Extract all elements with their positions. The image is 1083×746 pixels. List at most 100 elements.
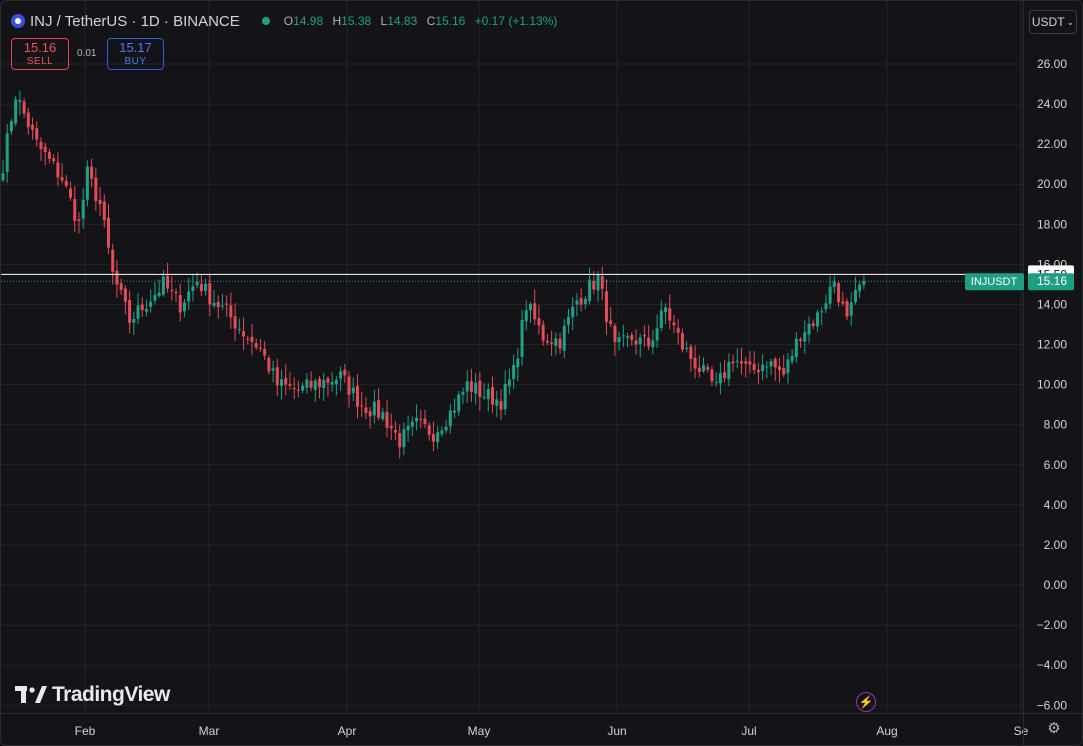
candle-body[interactable] xyxy=(765,366,769,368)
candle-body[interactable] xyxy=(799,339,803,342)
candle-body[interactable] xyxy=(322,379,326,389)
candle-body[interactable] xyxy=(735,360,739,362)
candle-body[interactable] xyxy=(554,338,558,346)
candle-body[interactable] xyxy=(423,418,427,425)
candle-body[interactable] xyxy=(740,361,743,364)
candle-body[interactable] xyxy=(191,286,195,291)
candle-body[interactable] xyxy=(617,337,621,343)
candle-body[interactable] xyxy=(672,322,676,326)
candle-body[interactable] xyxy=(216,301,220,308)
candle-body[interactable] xyxy=(406,425,410,431)
candle-body[interactable] xyxy=(318,378,321,388)
candle-body[interactable] xyxy=(529,304,532,311)
candle-body[interactable] xyxy=(752,363,756,370)
candle-body[interactable] xyxy=(744,361,748,364)
candle-body[interactable] xyxy=(638,337,642,344)
lightning-icon[interactable]: ⚡ xyxy=(856,692,876,712)
candle-body[interactable] xyxy=(723,372,727,379)
candle-body[interactable] xyxy=(469,381,473,392)
candle-body[interactable] xyxy=(77,219,81,222)
candle-body[interactable] xyxy=(157,292,161,296)
candle-body[interactable] xyxy=(119,283,123,291)
candle-body[interactable] xyxy=(807,323,811,335)
candle-body[interactable] xyxy=(267,357,271,372)
candle-body[interactable] xyxy=(284,377,288,385)
candle-body[interactable] xyxy=(837,283,841,303)
candle-body[interactable] xyxy=(343,369,347,376)
candle-body[interactable] xyxy=(149,301,153,307)
candle-body[interactable] xyxy=(18,99,22,102)
candle-body[interactable] xyxy=(26,112,30,128)
candle-body[interactable] xyxy=(85,166,89,200)
buy-button[interactable]: 15.17 BUY xyxy=(107,38,164,70)
candle-body[interactable] xyxy=(60,177,64,181)
candle-body[interactable] xyxy=(676,327,680,333)
candle-body[interactable] xyxy=(136,305,140,319)
candle-body[interactable] xyxy=(710,369,714,382)
candle-body[interactable] xyxy=(339,371,343,379)
candle-body[interactable] xyxy=(474,382,478,394)
candle-body[interactable] xyxy=(761,364,765,372)
candle-body[interactable] xyxy=(697,367,701,373)
candle-body[interactable] xyxy=(140,304,144,311)
candle-body[interactable] xyxy=(128,300,132,323)
candle-body[interactable] xyxy=(849,302,853,316)
candle-body[interactable] xyxy=(609,320,613,325)
candle-body[interactable] xyxy=(718,373,722,384)
candle-body[interactable] xyxy=(389,425,393,429)
candle-body[interactable] xyxy=(47,152,51,159)
candle-body[interactable] xyxy=(39,141,43,150)
candle-body[interactable] xyxy=(288,384,292,386)
candle-body[interactable] xyxy=(229,305,233,318)
candle-body[interactable] xyxy=(309,381,313,388)
candle-body[interactable] xyxy=(516,358,520,368)
candle-body[interactable] xyxy=(828,286,832,304)
candle-body[interactable] xyxy=(465,381,469,392)
candle-body[interactable] xyxy=(803,332,807,342)
candle-body[interactable] xyxy=(575,300,579,305)
candle-body[interactable] xyxy=(381,412,385,420)
candle-body[interactable] xyxy=(642,334,646,337)
candle-body[interactable] xyxy=(566,316,570,325)
candle-body[interactable] xyxy=(301,385,305,391)
candle-body[interactable] xyxy=(685,348,689,350)
candle-body[interactable] xyxy=(600,276,604,289)
candle-body[interactable] xyxy=(419,418,423,420)
candle-body[interactable] xyxy=(562,325,566,351)
candle-body[interactable] xyxy=(220,305,224,307)
candle-body[interactable] xyxy=(626,336,630,338)
candle-body[interactable] xyxy=(393,429,397,433)
candle-body[interactable] xyxy=(144,308,148,312)
candle-body[interactable] xyxy=(815,312,819,327)
candle-body[interactable] xyxy=(512,365,516,379)
candle-body[interactable] xyxy=(853,290,857,303)
candle-body[interactable] xyxy=(583,298,587,304)
candle-body[interactable] xyxy=(794,338,798,358)
candle-body[interactable] xyxy=(410,421,414,427)
candle-body[interactable] xyxy=(478,380,482,397)
candle-body[interactable] xyxy=(693,357,697,369)
candle-body[interactable] xyxy=(73,199,77,221)
candle-body[interactable] xyxy=(5,133,9,172)
candle-body[interactable] xyxy=(199,284,203,292)
candle-body[interactable] xyxy=(503,383,507,410)
candle-body[interactable] xyxy=(588,279,592,302)
candle-body[interactable] xyxy=(385,411,389,428)
candle-body[interactable] xyxy=(9,121,13,132)
candle-body[interactable] xyxy=(491,387,495,405)
candle-body[interactable] xyxy=(195,281,199,286)
candle-body[interactable] xyxy=(250,336,254,342)
candle-body[interactable] xyxy=(254,343,258,348)
candle-body[interactable] xyxy=(111,249,115,272)
candle-body[interactable] xyxy=(482,396,486,398)
candle-body[interactable] xyxy=(541,324,545,341)
candle-body[interactable] xyxy=(613,325,617,343)
candle-body[interactable] xyxy=(326,378,330,383)
candle-body[interactable] xyxy=(64,180,68,187)
candle-body[interactable] xyxy=(182,302,186,312)
candle-body[interactable] xyxy=(402,429,406,448)
candle-body[interactable] xyxy=(115,270,119,285)
candle-body[interactable] xyxy=(651,340,655,348)
candle-body[interactable] xyxy=(777,366,781,371)
tradingview-logo[interactable]: TradingView xyxy=(15,683,170,707)
